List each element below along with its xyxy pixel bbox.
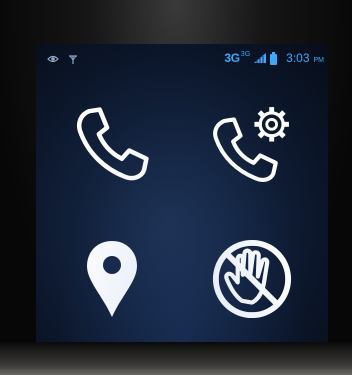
phone-gear-icon [213,107,289,182]
block-button[interactable] [192,219,312,339]
call-settings-button[interactable] [192,84,312,204]
gear-icon [254,107,289,142]
device-bottom-edge [0,342,352,375]
eye-icon [47,55,59,63]
call-button[interactable] [52,84,172,204]
network-type: 3G [224,51,240,65]
antenna-icon [69,55,77,64]
clock-ampm: PM [313,56,325,64]
status-bar: 3G 3G 3:03 PM [36,44,328,70]
location-pin-icon [87,241,137,317]
location-button[interactable] [52,219,172,339]
phone-handset-icon [76,107,149,181]
hand-stop-icon [212,239,292,319]
battery-icon [270,51,278,65]
phone-screen: 3G 3G 3:03 PM [36,44,328,342]
status-left-icons [46,52,86,64]
network-superscript: 3G [240,50,251,58]
signal-bars-icon [254,53,267,63]
status-right-group: 3G 3G 3:03 PM [224,50,324,66]
clock-time: 3:03 [286,51,310,65]
